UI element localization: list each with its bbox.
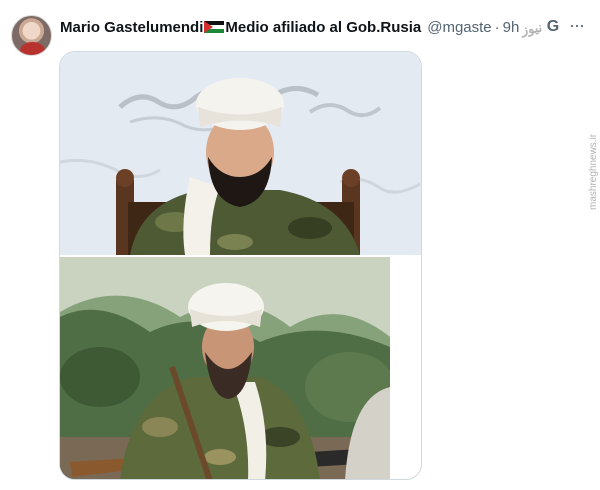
author-handle[interactable]: @mgaste	[427, 19, 491, 36]
separator-dot: ·	[494, 18, 500, 36]
author-name[interactable]: Mario Gastelumendi	[60, 19, 203, 36]
palestine-flag-icon	[204, 20, 225, 34]
avatar[interactable]	[11, 15, 52, 56]
photo-bottom[interactable]	[60, 257, 390, 479]
photo-top-image	[60, 52, 421, 255]
watermark-site: mashreghnews.ir	[588, 133, 599, 210]
grok-icon[interactable]: G	[544, 18, 562, 36]
tweet-header: Mario Gastelumendi Medio afiliado al Gob…	[60, 16, 519, 38]
more-icon[interactable]: ···	[569, 16, 589, 36]
timestamp[interactable]: 9h	[503, 19, 520, 36]
photo-top[interactable]	[60, 52, 421, 255]
photo-bottom-image	[60, 257, 390, 479]
tweet-media[interactable]	[59, 51, 422, 480]
author-name-suffix[interactable]: Medio afiliado al Gob.Rusia	[225, 19, 421, 36]
tweet: Mario Gastelumendi Medio afiliado al Gob…	[0, 0, 600, 490]
